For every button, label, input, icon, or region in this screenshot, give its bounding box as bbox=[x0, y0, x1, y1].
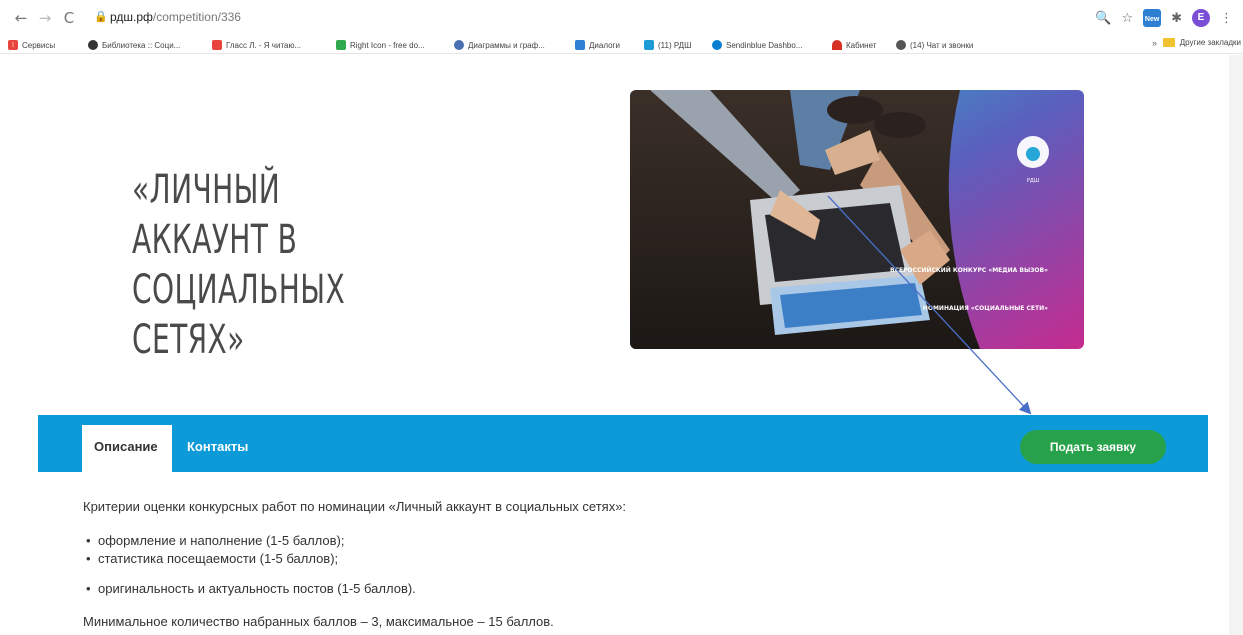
page-title: «ЛИЧНЫЙ АККАУНТ В СОЦИАЛЬНЫХ СЕТЯХ» bbox=[132, 167, 346, 363]
zoom-icon[interactable]: 🔍 bbox=[1095, 11, 1111, 26]
browser-toolbar: ← → C 🔒 рдш.рф/competition/336 🔍 ☆ New ✱… bbox=[0, 0, 1243, 36]
tabs-bar: Описание Контакты Подать заявку bbox=[38, 415, 1208, 472]
bookmark-dialogs[interactable]: Диалоги bbox=[575, 38, 620, 52]
bookmark-label: Right Icon - free do... bbox=[350, 40, 425, 50]
bookmark-label: (14) Чат и звонки bbox=[910, 40, 974, 50]
bookmark-label: Сервисы bbox=[22, 40, 56, 50]
bookmark-label: Библиотека :: Соци... bbox=[102, 40, 181, 50]
bookmark-services[interactable]: ⁞ Сервисы bbox=[8, 38, 55, 52]
back-icon[interactable]: ← bbox=[12, 9, 30, 27]
bookmark-library[interactable]: Библиотека :: Соци... bbox=[88, 38, 180, 52]
apps-grid-icon: ⁞ bbox=[8, 40, 18, 50]
bookmark-label: Диалоги bbox=[589, 40, 620, 50]
bookmark-sendinblue[interactable]: Sendinblue Dashbo... bbox=[712, 38, 803, 52]
toolbar-icons: 🔍 ☆ New ✱ E ⋮ bbox=[1095, 7, 1233, 29]
extensions-puzzle-icon[interactable]: ✱ bbox=[1171, 11, 1182, 26]
bookmark-label: Диаграммы и граф... bbox=[468, 40, 545, 50]
bookmark-chat[interactable]: (14) Чат и звонки bbox=[896, 38, 973, 52]
criteria-list: оформление и наполнение (1-5 баллов); ст… bbox=[83, 532, 1083, 598]
bookmark-right-icon[interactable]: Right Icon - free do... bbox=[336, 38, 425, 52]
poster-nomination-text: НОМИНАЦИЯ «СОЦИАЛЬНЫЕ СЕТИ» bbox=[923, 305, 1048, 312]
bookmark-label: Sendinblue Dashbo... bbox=[726, 40, 803, 50]
site-icon bbox=[644, 40, 654, 50]
eye-icon bbox=[454, 40, 464, 50]
list-item: оформление и наполнение (1-5 баллов); bbox=[83, 532, 1083, 550]
folder-icon bbox=[1162, 38, 1175, 47]
pdf-icon bbox=[212, 40, 222, 50]
url-text[interactable]: рдш.рф/competition/336 bbox=[110, 10, 241, 24]
bookmark-label: Кабинет bbox=[846, 40, 877, 50]
star-icon[interactable]: ☆ bbox=[1121, 11, 1133, 26]
forward-icon[interactable]: → bbox=[36, 9, 54, 27]
lock-icon: 🔒 bbox=[94, 10, 108, 23]
site-icon bbox=[336, 40, 346, 50]
site-icon bbox=[88, 40, 98, 50]
poster-contest-text: ВСЕРОССИЙСКИЙ КОНКУРС «МЕДИА ВЫЗОВ» bbox=[890, 266, 1048, 274]
bookmarks-more[interactable]: » bbox=[1152, 38, 1157, 48]
extension-new-icon[interactable]: New bbox=[1143, 9, 1162, 27]
vk-icon bbox=[575, 40, 585, 50]
list-item: оригинальность и актуальность постов (1-… bbox=[83, 580, 1083, 598]
arch-icon bbox=[832, 40, 842, 50]
description-content: Критерии оценки конкурсных работ по номи… bbox=[83, 498, 1083, 631]
scrollbar[interactable] bbox=[1229, 55, 1243, 635]
bookmark-label: Гласс Л. - Я читаю... bbox=[226, 40, 302, 50]
apply-button[interactable]: Подать заявку bbox=[1020, 430, 1166, 464]
tab-description[interactable]: Описание bbox=[82, 425, 172, 472]
other-bookmarks-label: Другие закладки bbox=[1179, 38, 1241, 47]
menu-dots-icon[interactable]: ⋮ bbox=[1220, 11, 1233, 26]
criteria-intro: Критерии оценки конкурсных работ по номи… bbox=[83, 499, 627, 514]
bookmark-rdsh[interactable]: (11) РДШ bbox=[644, 38, 691, 52]
sendinblue-icon bbox=[712, 40, 722, 50]
url-host: рдш.рф bbox=[110, 10, 153, 24]
bookmark-glass[interactable]: Гласс Л. - Я читаю... bbox=[212, 38, 301, 52]
bookmark-label: (11) РДШ bbox=[658, 40, 692, 50]
bookmark-cabinet[interactable]: Кабинет bbox=[832, 38, 876, 52]
address-bar[interactable]: 🔒 рдш.рф/competition/336 bbox=[86, 6, 1096, 30]
tab-contacts[interactable]: Контакты bbox=[187, 439, 248, 454]
other-bookmarks[interactable]: Другие закладки bbox=[1162, 38, 1241, 47]
chat-icon bbox=[896, 40, 906, 50]
bookmark-diagrams[interactable]: Диаграммы и граф... bbox=[454, 38, 545, 52]
poster-logo-caption: РДШ bbox=[1027, 178, 1039, 184]
bookmarks-bar: ⁞ Сервисы Библиотека :: Соци... Гласс Л. … bbox=[0, 36, 1243, 54]
list-item: статистика посещаемости (1-5 баллов); bbox=[83, 550, 1083, 568]
page: «ЛИЧНЫЙ АККАУНТ В СОЦИАЛЬНЫХ СЕТЯХ» РДШ … bbox=[0, 55, 1243, 635]
profile-avatar[interactable]: E bbox=[1192, 9, 1210, 27]
contest-poster: РДШ ВСЕРОССИЙСКИЙ КОНКУРС «МЕДИА ВЫЗОВ» … bbox=[630, 90, 1084, 349]
reload-icon[interactable]: C bbox=[60, 9, 78, 27]
score-range: Минимальное количество набранных баллов … bbox=[83, 614, 554, 629]
url-path: /competition/336 bbox=[152, 10, 241, 24]
tab-description-label: Описание bbox=[94, 439, 158, 454]
